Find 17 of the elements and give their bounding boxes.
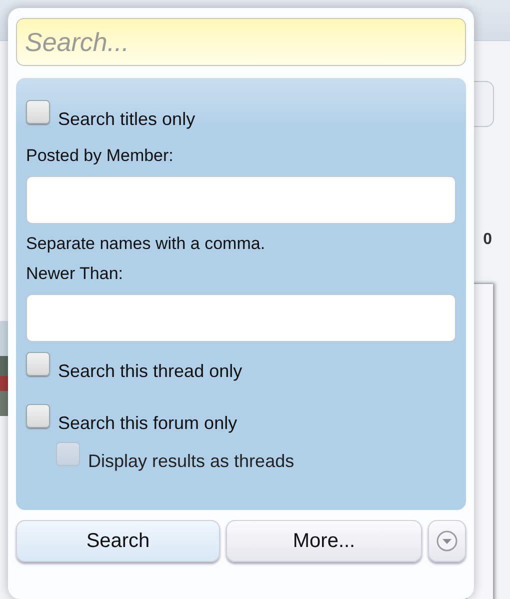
- count: 0: [483, 231, 492, 249]
- field-label: Posted by Member:: [26, 146, 174, 166]
- more-button[interactable]: More...: [226, 520, 422, 562]
- checkbox[interactable]: [26, 352, 50, 376]
- dropdown-button[interactable]: [428, 520, 466, 562]
- checkbox[interactable]: [26, 100, 50, 124]
- checkbox-label[interactable]: Search titles only: [58, 109, 196, 130]
- field-hint: Separate names with a comma.: [26, 234, 266, 254]
- search-field[interactable]: Search...: [16, 18, 466, 66]
- input-field[interactable]: [26, 294, 456, 342]
- checkbox[interactable]: [26, 404, 50, 428]
- input-field[interactable]: [26, 176, 456, 224]
- caret-icon: [436, 530, 458, 552]
- field-label: Newer Than:: [26, 264, 124, 284]
- search-button[interactable]: Search: [16, 520, 220, 562]
- checkbox-label[interactable]: Search this forum only: [58, 413, 238, 434]
- checkbox-label[interactable]: Search this thread only: [58, 361, 242, 382]
